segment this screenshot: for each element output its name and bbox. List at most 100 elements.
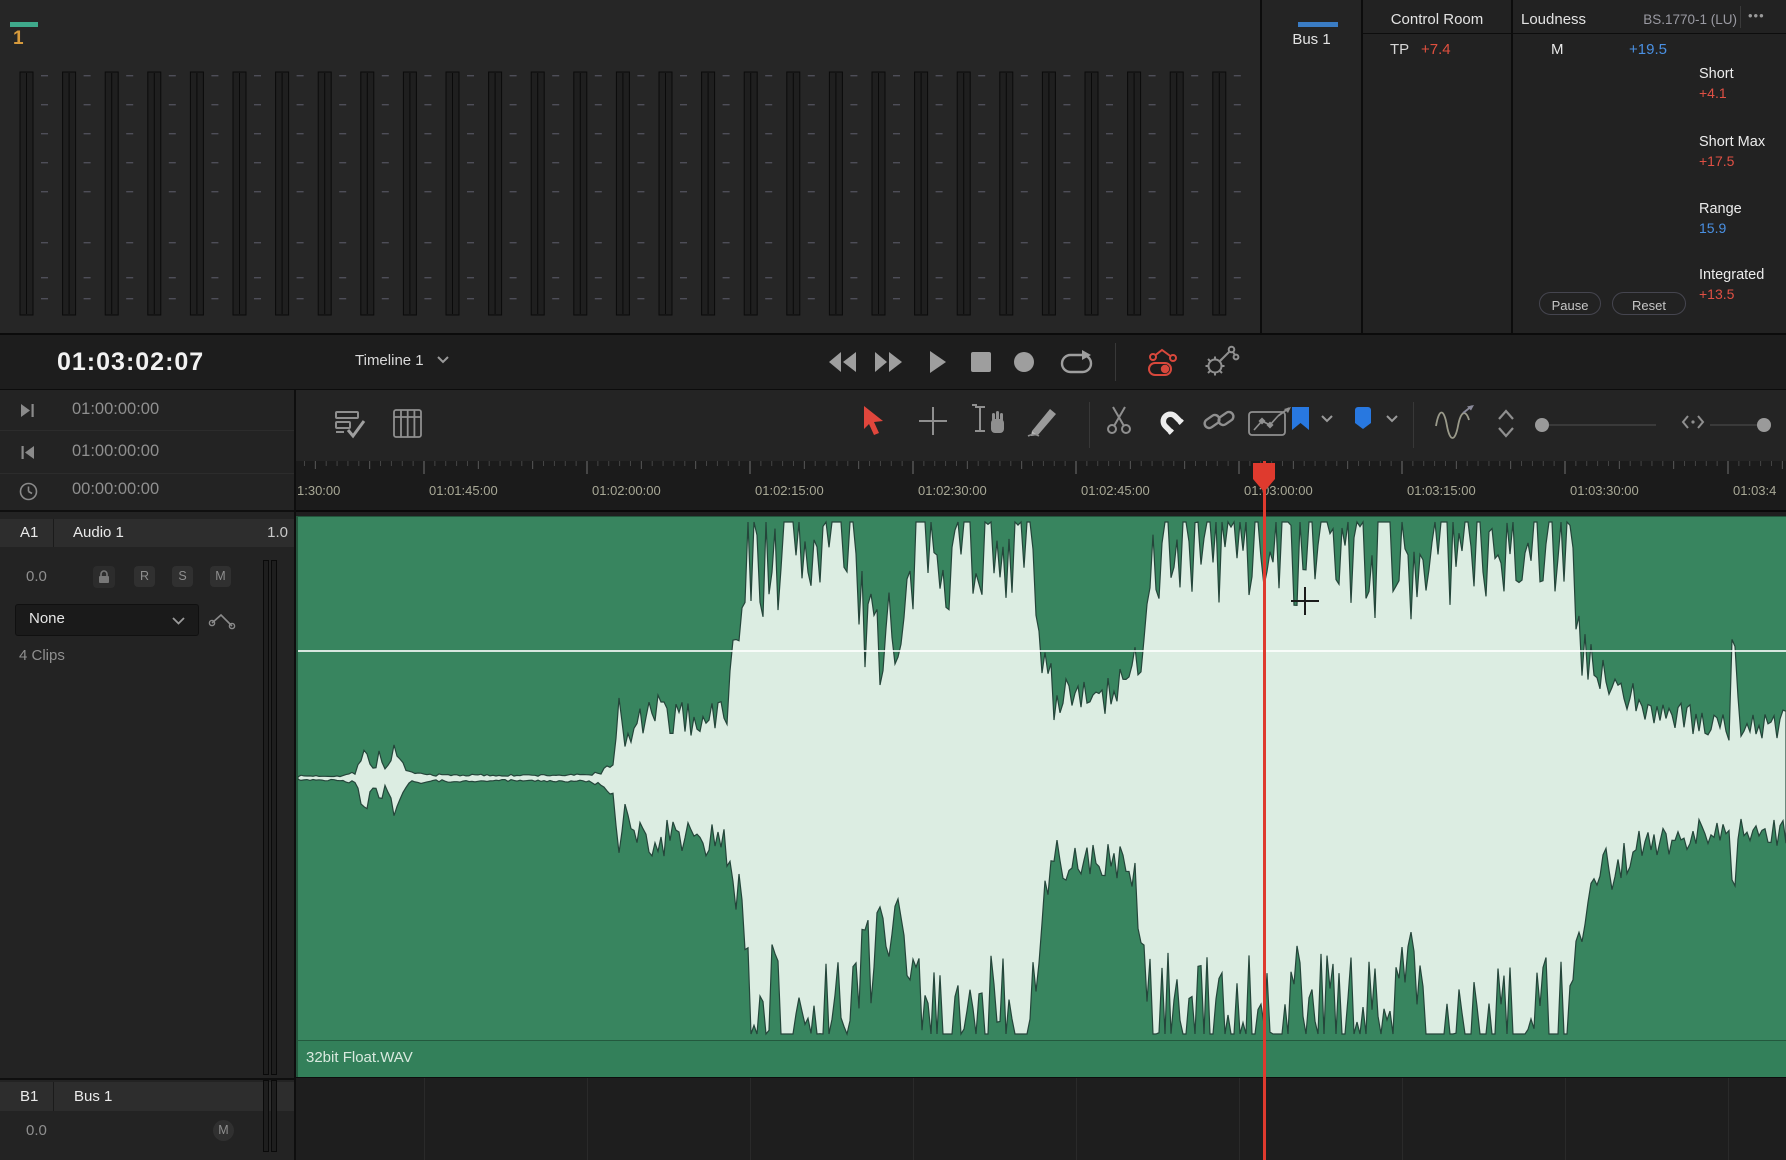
track-b1-volume[interactable]: 0.0 <box>26 1122 47 1139</box>
momentary-label: M <box>1551 41 1564 58</box>
grid-line <box>1402 1078 1403 1160</box>
track-a1-solo-button[interactable]: S <box>172 566 193 587</box>
flag-keyframe-mode-button[interactable] <box>1248 406 1292 438</box>
bus-meter-panel: Bus 1 0-5-10-15-20-30-40-50 <box>1262 0 1361 333</box>
audio-clip[interactable]: 32bit Float.WAV <box>296 516 1786 1078</box>
main-timecode: 01:03:02:07 <box>57 348 204 377</box>
link-icon <box>1202 407 1238 435</box>
bus-lane-empty[interactable] <box>296 1077 1786 1160</box>
track-sidebar: 01:00:00:00 01:00:00:00 00:00:00:00 A1 A… <box>0 390 294 1160</box>
track-a1-gain[interactable]: 1.0 <box>240 524 288 541</box>
loudness-standard[interactable]: BS.1770-1 (LU) <box>1617 12 1737 27</box>
vertical-zoom-button[interactable] <box>1496 408 1516 440</box>
playhead-marker[interactable] <box>1252 462 1276 494</box>
magnet-icon <box>1151 402 1191 442</box>
keyframe-box-icon <box>1248 406 1292 438</box>
track-b1-name[interactable]: Bus 1 <box>74 1088 112 1105</box>
channel-meters <box>0 0 1260 333</box>
track-header-b1[interactable]: B1 Bus 1 0.0 M <box>0 1080 294 1160</box>
grid-line <box>1239 1078 1240 1160</box>
loudness-panel: Loudness BS.1770-1 (LU) ••• M +19.5 +9+6… <box>1513 0 1786 333</box>
goto-start-timecode[interactable]: 01:00:00:00 <box>72 442 159 461</box>
grid-line <box>913 1078 914 1160</box>
marker-flag-icon <box>1291 406 1311 431</box>
cut-tool-button[interactable] <box>1103 404 1135 436</box>
chevron-down-icon <box>436 355 450 365</box>
automation-toggle-button[interactable] <box>1147 346 1187 378</box>
ruler-timecode-label: 01:02:45:00 <box>1081 483 1150 498</box>
clip-volume-automation-line[interactable] <box>298 650 1786 652</box>
track-a1-lock-button[interactable] <box>93 566 115 588</box>
loudness-stat-value: +17.5 <box>1699 153 1734 169</box>
automation-curve-icon <box>208 606 238 632</box>
track-a1-meter-l <box>263 560 269 1075</box>
selection-tool-button[interactable] <box>861 405 887 437</box>
play-icon <box>928 350 948 374</box>
timeline-zoom-handle[interactable] <box>1757 418 1771 432</box>
track-a1-name[interactable]: Audio 1 <box>73 524 124 541</box>
true-peak-label: TP <box>1390 41 1409 58</box>
rewind-button[interactable] <box>827 351 858 373</box>
duration-clock-icon <box>19 482 38 501</box>
edit-selection-tool-button[interactable] <box>968 403 1010 439</box>
track-a1-record-arm-button[interactable]: R <box>134 566 155 587</box>
duration-row[interactable]: 00:00:00:00 <box>0 474 294 510</box>
timeline-zoom-track[interactable] <box>1710 424 1758 426</box>
automation-settings-button[interactable] <box>1202 345 1240 379</box>
waveform-zoom-button[interactable] <box>1433 404 1477 440</box>
goto-end-timecode[interactable]: 01:00:00:00 <box>72 400 159 419</box>
track-a1-effects-dropdown[interactable]: None <box>15 604 199 636</box>
divider <box>1363 33 1511 34</box>
goto-end-row[interactable]: 01:00:00:00 <box>0 390 294 431</box>
add-marker-button[interactable] <box>1291 406 1311 431</box>
timeline-selector[interactable]: Timeline 1 <box>355 352 450 370</box>
track-header-a1[interactable]: A1 Audio 1 1.0 0.0 R S M None <box>0 516 294 1078</box>
timeline-ruler[interactable]: 1:30:0001:01:45:0001:02:00:0001:02:15:00… <box>296 461 1786 512</box>
horizontal-fit-button[interactable] <box>1681 414 1705 432</box>
track-a1-mute-button[interactable]: M <box>210 566 231 587</box>
marker-dropdown-button[interactable] <box>1320 414 1334 424</box>
vertical-zoom-icon <box>1496 408 1516 440</box>
clip-name: 32bit Float.WAV <box>306 1049 413 1066</box>
zoom-slider-handle[interactable] <box>1535 418 1549 432</box>
divider <box>1115 343 1116 381</box>
mouse-crosshair-cursor <box>1304 587 1306 615</box>
snapping-toggle-button[interactable] <box>1151 402 1191 442</box>
grid-line <box>1076 1078 1077 1160</box>
track-a1-automation-button[interactable] <box>208 606 238 632</box>
duration-timecode[interactable]: 00:00:00:00 <box>72 480 159 499</box>
play-button[interactable] <box>928 350 948 374</box>
goto-start-row[interactable]: 01:00:00:00 <box>0 431 294 474</box>
grid-line <box>587 1078 588 1160</box>
linked-selection-button[interactable] <box>1202 407 1238 435</box>
loudness-stat-value: 15.9 <box>1699 220 1726 236</box>
loudness-menu-button[interactable]: ••• <box>1748 8 1765 23</box>
loudness-stat-label: Integrated <box>1699 267 1764 283</box>
loop-button[interactable] <box>1060 350 1094 374</box>
true-peak-value: +7.4 <box>1421 41 1451 58</box>
loudness-stat-value: +4.1 <box>1699 85 1727 101</box>
pause-button[interactable]: Pause <box>1539 292 1601 315</box>
track-index-button[interactable] <box>392 408 424 440</box>
divider <box>53 1082 54 1111</box>
record-button[interactable] <box>1013 351 1035 373</box>
stop-button[interactable] <box>970 351 992 373</box>
clip-color-button[interactable] <box>1353 406 1373 430</box>
fast-forward-button[interactable] <box>873 351 904 373</box>
control-room-panel: Control Room TP +7.4 0-5-10-15-20-30-40-… <box>1363 0 1511 333</box>
divider <box>1089 402 1090 448</box>
timeline-view-options-icon <box>334 408 368 442</box>
chevron-down-icon <box>1320 414 1334 424</box>
ruler-timecode-label: 01:03:4 <box>1733 483 1776 498</box>
playhead-line[interactable] <box>1263 461 1266 1160</box>
pencil-tool-button[interactable] <box>1026 403 1062 437</box>
clip-color-dropdown-button[interactable] <box>1385 414 1399 424</box>
track-a1-volume[interactable]: 0.0 <box>26 568 47 585</box>
reset-button[interactable]: Reset <box>1612 292 1686 315</box>
bus-label: Bus 1 <box>1262 31 1361 48</box>
zoom-slider-track[interactable] <box>1541 424 1656 426</box>
track-b1-mute-button[interactable]: M <box>213 1120 234 1141</box>
track-a1-id: A1 <box>20 524 38 541</box>
timeline-view-options-button[interactable] <box>334 408 368 442</box>
range-selection-tool-button[interactable] <box>917 405 949 437</box>
